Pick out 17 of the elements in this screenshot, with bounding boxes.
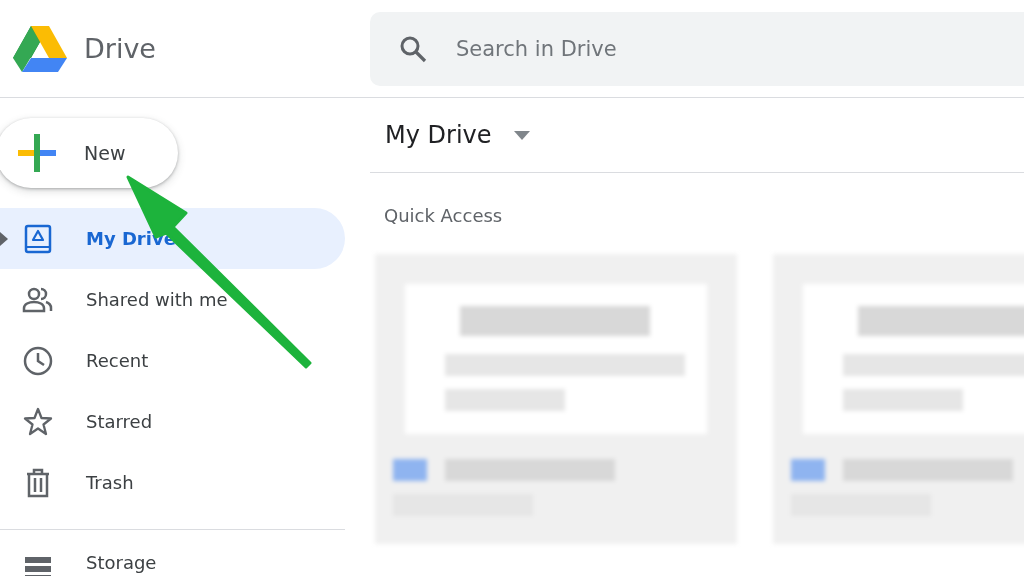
plus-icon: [18, 134, 56, 172]
sidebar-item[interactable]: Recent: [0, 330, 345, 391]
drive-logo-icon: [12, 23, 68, 74]
sidebar-item[interactable]: Starred: [0, 391, 345, 452]
caret-right-icon[interactable]: [0, 232, 8, 246]
clock-icon: [22, 344, 54, 377]
sidebar-item[interactable]: Storage: [0, 552, 345, 576]
search-field[interactable]: Search in Drive: [370, 12, 1024, 86]
section-heading: Quick Access: [384, 205, 504, 226]
drive-folder-icon: [22, 222, 54, 255]
sidebar-item[interactable]: Trash: [0, 452, 345, 513]
dropdown-caret-icon[interactable]: [513, 130, 530, 140]
page-title: My Drive: [385, 121, 492, 149]
star-icon: [22, 405, 54, 438]
new-button[interactable]: New: [0, 118, 178, 188]
app-name: Drive: [84, 33, 156, 64]
sidebar-item[interactable]: Shared with me: [0, 269, 345, 330]
